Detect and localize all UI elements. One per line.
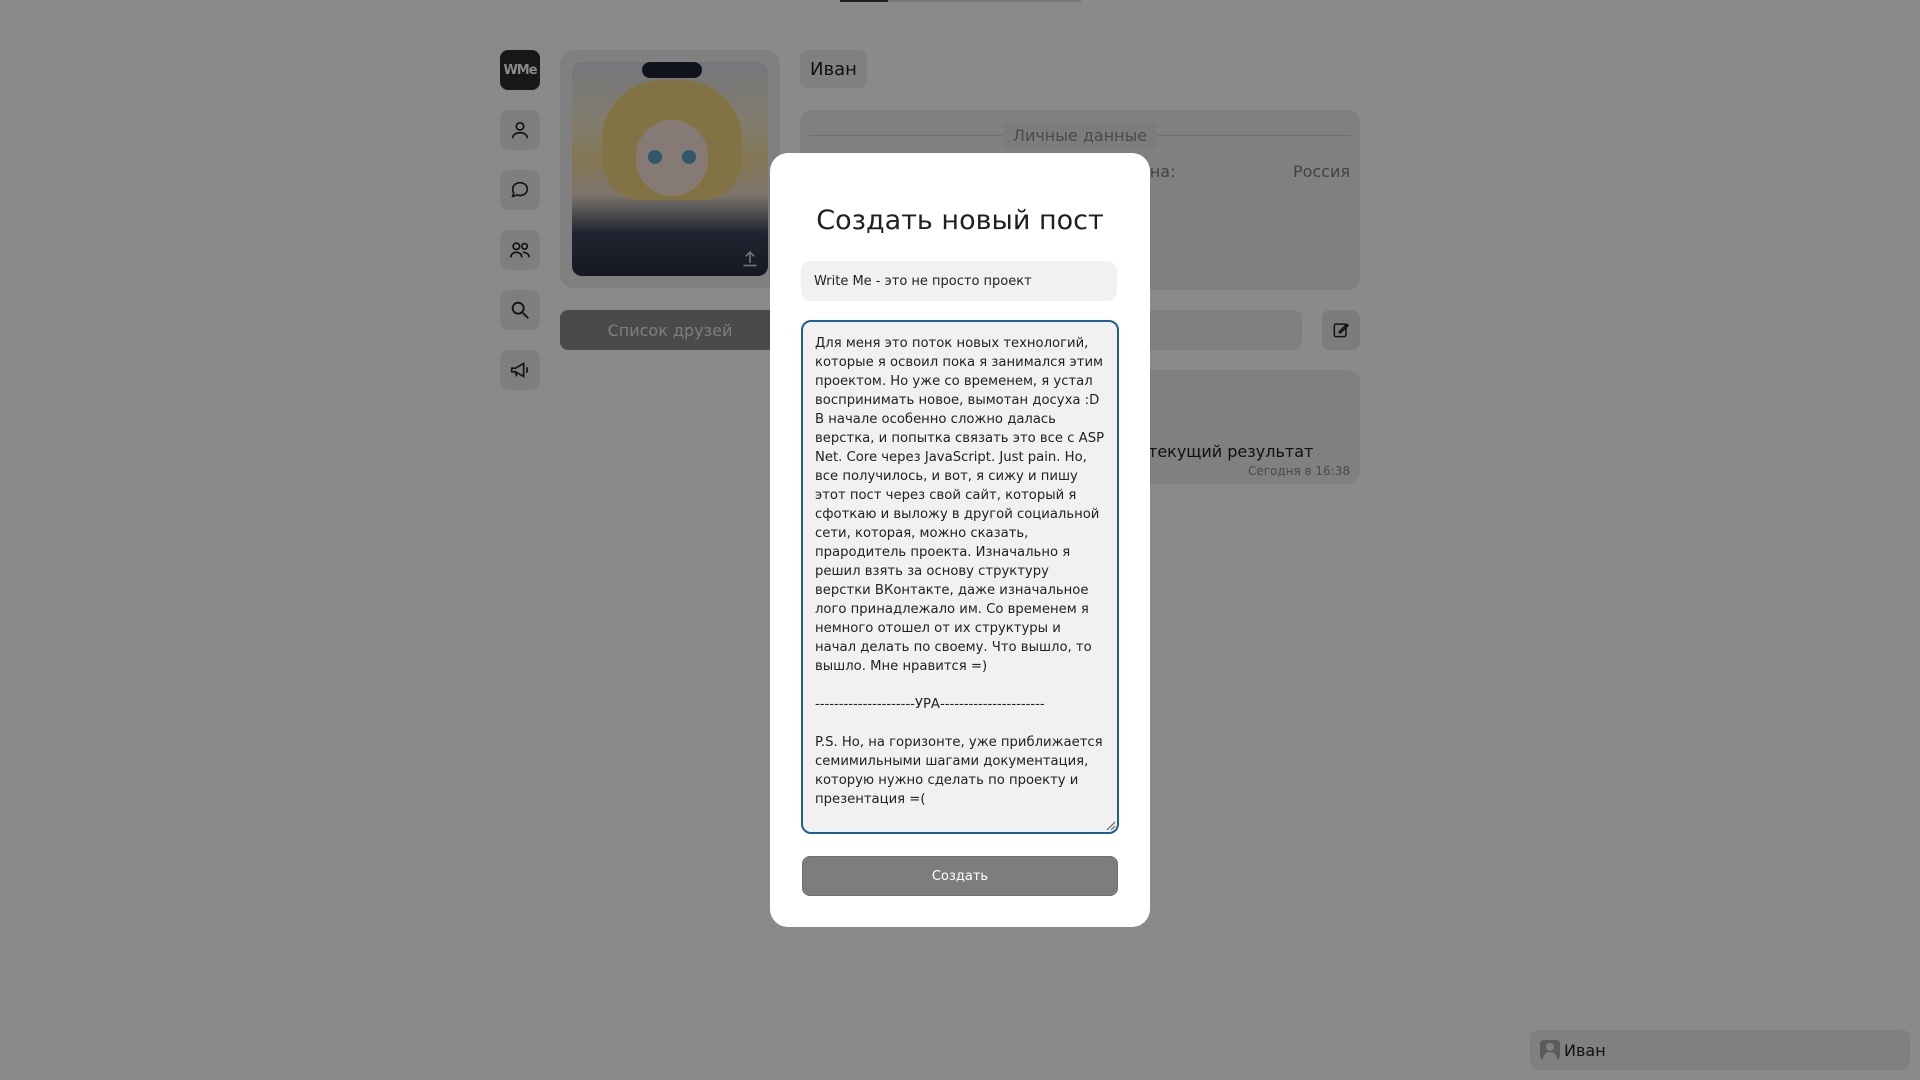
create-post-modal: Создать новый пост Создать: [770, 153, 1150, 927]
post-body-textarea[interactable]: [801, 320, 1119, 834]
resize-handle-icon[interactable]: [1104, 819, 1116, 831]
post-title-input[interactable]: [801, 261, 1117, 301]
create-button[interactable]: Создать: [802, 856, 1118, 896]
modal-title: Создать новый пост: [816, 205, 1104, 236]
